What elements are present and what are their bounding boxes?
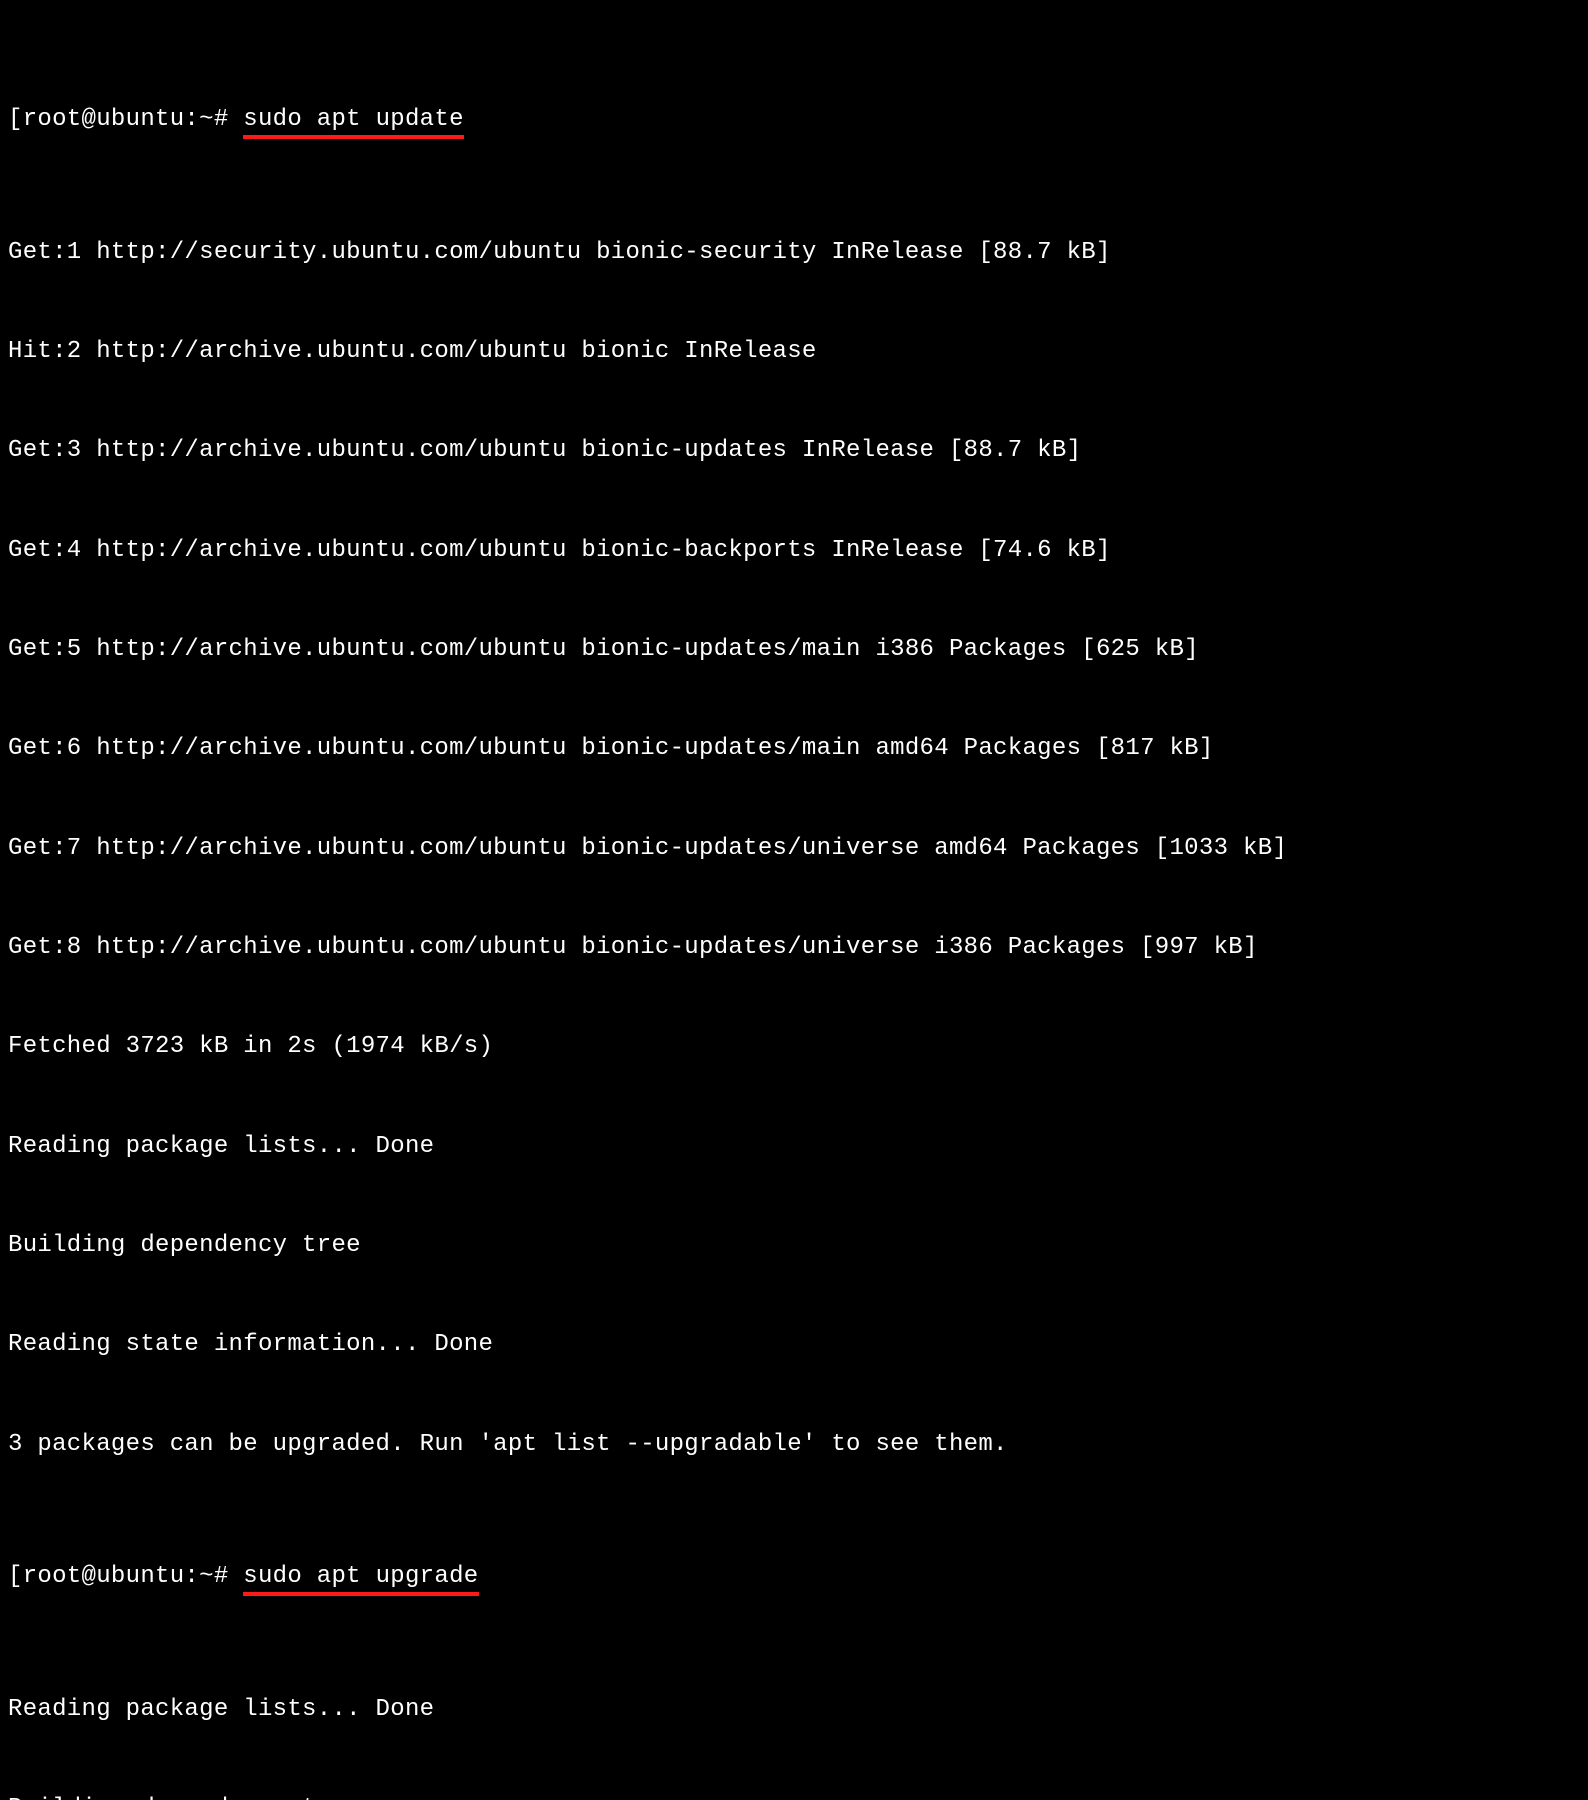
prompt-userhost: root@ubuntu:~# bbox=[23, 106, 244, 133]
prompt-bracket: [ bbox=[8, 106, 23, 133]
prompt-userhost: root@ubuntu:~# bbox=[23, 1563, 244, 1590]
output-line: Reading state information... Done bbox=[0, 1328, 1588, 1361]
command-upgrade: sudo apt upgrade bbox=[243, 1560, 478, 1593]
output-line: Get:4 http://archive.ubuntu.com/ubuntu b… bbox=[0, 534, 1588, 567]
output-line: Get:3 http://archive.ubuntu.com/ubuntu b… bbox=[0, 434, 1588, 467]
prompt-line-2: [root@ubuntu:~# sudo apt upgrade bbox=[0, 1560, 1588, 1593]
output-line: Get:8 http://archive.ubuntu.com/ubuntu b… bbox=[0, 931, 1588, 964]
output-line: Fetched 3723 kB in 2s (1974 kB/s) bbox=[0, 1030, 1588, 1063]
prompt-bracket: [ bbox=[8, 1563, 23, 1590]
output-line: Get:6 http://archive.ubuntu.com/ubuntu b… bbox=[0, 732, 1588, 765]
output-line: Get:1 http://security.ubuntu.com/ubuntu … bbox=[0, 236, 1588, 269]
output-line: Building dependency tree bbox=[0, 1229, 1588, 1262]
output-line: Get:5 http://archive.ubuntu.com/ubuntu b… bbox=[0, 633, 1588, 666]
output-line: Get:7 http://archive.ubuntu.com/ubuntu b… bbox=[0, 832, 1588, 865]
terminal-output[interactable]: [root@ubuntu:~# sudo apt update Get:1 ht… bbox=[0, 4, 1588, 1800]
output-line: Reading package lists... Done bbox=[0, 1130, 1588, 1163]
output-line: 3 packages can be upgraded. Run 'apt lis… bbox=[0, 1428, 1588, 1461]
output-line: Building dependency tree bbox=[0, 1792, 1588, 1800]
output-line: Reading package lists... Done bbox=[0, 1693, 1588, 1726]
prompt-line-1: [root@ubuntu:~# sudo apt update bbox=[0, 103, 1588, 136]
output-line: Hit:2 http://archive.ubuntu.com/ubuntu b… bbox=[0, 335, 1588, 368]
command-update: sudo apt update bbox=[243, 103, 464, 136]
